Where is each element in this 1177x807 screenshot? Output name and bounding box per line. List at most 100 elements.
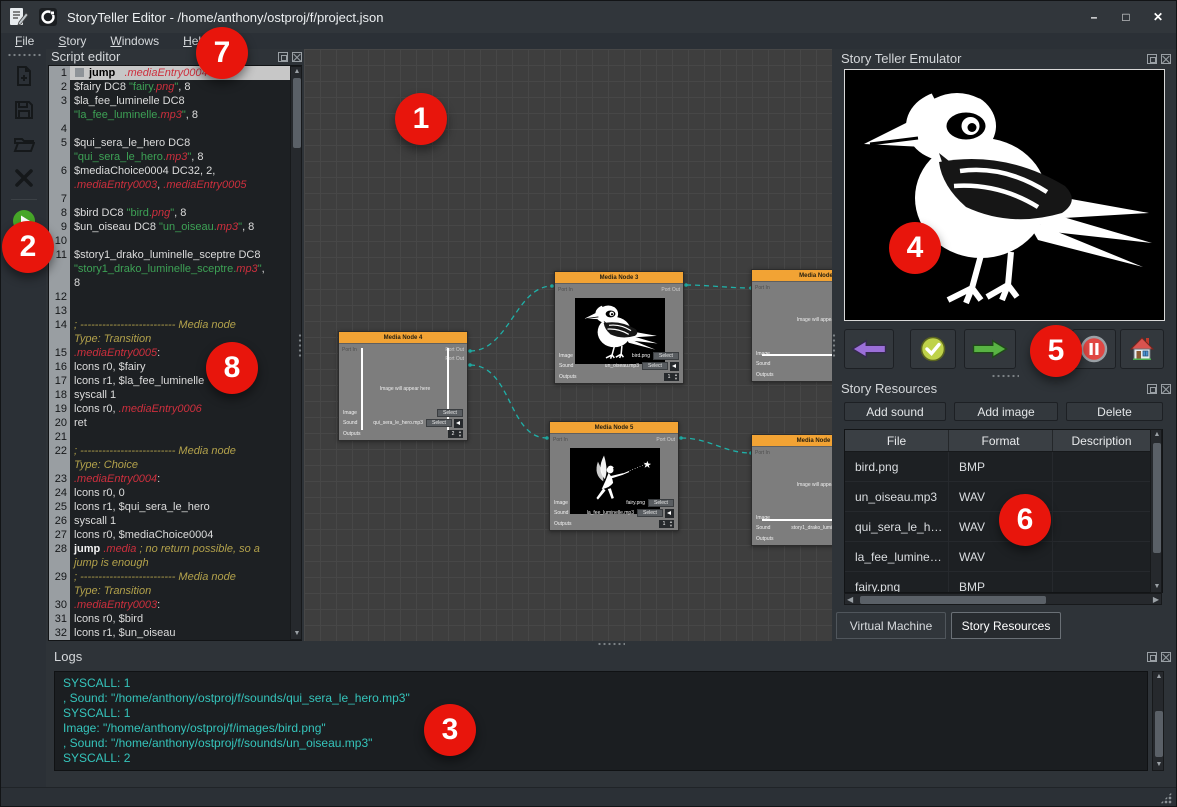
port-in[interactable]: Port In <box>553 437 568 443</box>
resources-hscrollbar[interactable]: ◀ ▶ <box>844 593 1162 605</box>
resize-grip[interactable] <box>1160 792 1172 804</box>
column-header-description[interactable]: Description <box>1053 430 1151 451</box>
node-title[interactable]: Media Node <box>752 270 832 282</box>
editor-line[interactable]: 19lcons r0, .mediaEntry0006 <box>49 402 301 416</box>
editor-line[interactable]: 13 <box>49 304 301 318</box>
outputs-spinner[interactable]: 1▲▼ <box>659 520 674 528</box>
resources-table-header[interactable]: FileFormatDescription <box>845 430 1162 452</box>
close-project-button[interactable] <box>11 165 37 191</box>
tab-story-resources[interactable]: Story Resources <box>951 612 1061 639</box>
maximize-button[interactable]: □ <box>1114 7 1138 27</box>
editor-line[interactable]: 8 <box>49 276 301 290</box>
media-node-3[interactable]: Media Node 3Port InPort OutImagebird.png… <box>554 271 684 384</box>
back-button[interactable] <box>844 329 894 369</box>
editor-line[interactable]: 23.mediaEntry0004: <box>49 472 301 486</box>
node-title[interactable]: Media Node 6 <box>752 435 832 447</box>
editor-line[interactable]: 3$la_fee_luminelle DC8 <box>49 94 301 108</box>
resource-row[interactable]: la_fee_lumine…WAV <box>845 542 1162 572</box>
select-button[interactable]: Select <box>642 362 668 370</box>
media-node-4[interactable]: Media Node 4Port InPort OutPort OutImage… <box>338 331 468 441</box>
editor-line[interactable]: "la_fee_luminelle.mp3", 8 <box>49 108 301 122</box>
speaker-icon[interactable] <box>454 419 463 428</box>
tab-virtual-machine[interactable]: Virtual Machine <box>836 612 946 639</box>
editor-line[interactable]: 7 <box>49 192 301 206</box>
resource-row[interactable]: fairy.pngBMP <box>845 572 1162 593</box>
column-header-file[interactable]: File <box>845 430 949 451</box>
editor-line[interactable]: 15.mediaEntry0005: <box>49 346 301 360</box>
port-out[interactable]: Port Out <box>661 287 680 293</box>
splitter-canvas-right[interactable] <box>832 333 836 359</box>
editor-line[interactable]: 5$qui_sera_le_hero DC8 <box>49 136 301 150</box>
splitter-canvas-logs[interactable] <box>597 642 625 646</box>
editor-line[interactable]: 20ret <box>49 416 301 430</box>
editor-line[interactable]: 16lcons r0, $fairy <box>49 360 301 374</box>
select-button[interactable]: Select <box>437 409 463 417</box>
float-panel-icon[interactable] <box>278 52 288 62</box>
splitter-editor-canvas[interactable] <box>298 333 302 359</box>
editor-line[interactable]: 32lcons r1, $un_oiseau <box>49 626 301 640</box>
editor-line[interactable]: 11$story1_drako_luminelle_sceptre DC8 <box>49 248 301 262</box>
editor-line[interactable]: 25lcons r1, $qui_sera_le_hero <box>49 500 301 514</box>
editor-line[interactable]: jump is enough <box>49 556 301 570</box>
editor-line[interactable]: 18syscall 1 <box>49 388 301 402</box>
emulator-header[interactable]: Story Teller Emulator <box>841 51 1171 66</box>
float-panel-icon[interactable] <box>1147 384 1157 394</box>
media-node-5[interactable]: Media Node 5Port InPort OutImagefairy.pn… <box>549 421 679 531</box>
close-panel-icon[interactable] <box>292 52 302 62</box>
select-button[interactable]: Select <box>653 352 679 360</box>
add-sound-button[interactable]: Add sound <box>844 402 946 421</box>
title-bar[interactable]: StoryTeller Editor - /home/anthony/ostpr… <box>1 1 1176 33</box>
add-image-button[interactable]: Add image <box>954 402 1058 421</box>
editor-line[interactable]: 6$mediaChoice0004 DC32, 2, <box>49 164 301 178</box>
select-button[interactable]: Select <box>637 509 663 517</box>
editor-line[interactable]: 30.mediaEntry0003: <box>49 598 301 612</box>
open-folder-button[interactable] <box>11 131 37 157</box>
column-header-format[interactable]: Format <box>949 430 1053 451</box>
editor-line[interactable]: "qui_sera_le_hero.mp3", 8 <box>49 150 301 164</box>
editor-line[interactable]: .mediaEntry0003, .mediaEntry0005 <box>49 178 301 192</box>
select-button[interactable]: Select <box>648 499 674 507</box>
editor-line[interactable]: 4 <box>49 122 301 136</box>
media-node-6[interactable]: Media Node 6Port InImage will appear her… <box>751 434 832 546</box>
editor-line[interactable]: 29; -------------------------- Media nod… <box>49 570 301 584</box>
logs-header[interactable]: Logs <box>54 649 1171 664</box>
editor-line[interactable]: 12 <box>49 290 301 304</box>
editor-line[interactable]: 27lcons r0, $mediaChoice0004 <box>49 528 301 542</box>
outputs-spinner[interactable]: 2▲▼ <box>448 430 463 438</box>
script-editor[interactable]: 1jump .mediaEntry00042$fairy DC8 "fairy.… <box>48 65 302 641</box>
menu-item-story[interactable]: Story <box>58 34 86 48</box>
next-button[interactable] <box>964 329 1016 369</box>
editor-line[interactable]: 1jump .mediaEntry0004 <box>49 66 301 80</box>
splitter-emulator-resources[interactable] <box>991 374 1019 378</box>
editor-line[interactable]: "story1_drako_luminelle_sceptre.mp3", <box>49 262 301 276</box>
resource-row[interactable]: bird.pngBMP <box>845 452 1162 482</box>
close-panel-icon[interactable] <box>1161 54 1171 64</box>
media-node-top-right[interactable]: Media NodePort InImage will appear hereI… <box>751 269 832 382</box>
resources-header[interactable]: Story Resources <box>841 381 1171 396</box>
menu-item-windows[interactable]: Windows <box>110 34 159 48</box>
select-button[interactable]: Select <box>426 419 452 427</box>
editor-line[interactable]: 21 <box>49 430 301 444</box>
float-panel-icon[interactable] <box>1147 652 1157 662</box>
menu-item-file[interactable]: File <box>15 34 34 48</box>
editor-line[interactable]: 9$un_oiseau DC8 "un_oiseau.mp3", 8 <box>49 220 301 234</box>
editor-line[interactable]: 14; -------------------------- Media nod… <box>49 318 301 332</box>
editor-line[interactable]: 17lcons r1, $la_fee_luminelle <box>49 374 301 388</box>
editor-line[interactable]: 2$fairy DC8 "fairy.png", 8 <box>49 80 301 94</box>
port-in[interactable]: Port In <box>558 287 573 293</box>
editor-line[interactable]: Type: Transition <box>49 584 301 598</box>
editor-line[interactable]: 8$bird DC8 "bird.png", 8 <box>49 206 301 220</box>
editor-line[interactable]: 24lcons r0, 0 <box>49 486 301 500</box>
node-canvas[interactable]: Media Node 4Port InPort OutPort OutImage… <box>304 49 832 641</box>
new-file-button[interactable] <box>11 63 37 89</box>
port-out[interactable]: Port Out <box>656 437 675 443</box>
editor-line[interactable]: 22; -------------------------- Media nod… <box>49 444 301 458</box>
editor-line[interactable]: Type: Transition <box>49 332 301 346</box>
editor-line[interactable]: 28jump .media ; no return possible, so a <box>49 542 301 556</box>
script-editor-header[interactable]: Script editor <box>51 49 302 64</box>
delete-button[interactable]: Delete <box>1066 402 1163 421</box>
close-panel-icon[interactable] <box>1161 652 1171 662</box>
node-title[interactable]: Media Node 3 <box>555 272 683 284</box>
node-title[interactable]: Media Node 5 <box>550 422 678 434</box>
toolbar-grip[interactable] <box>7 53 41 57</box>
